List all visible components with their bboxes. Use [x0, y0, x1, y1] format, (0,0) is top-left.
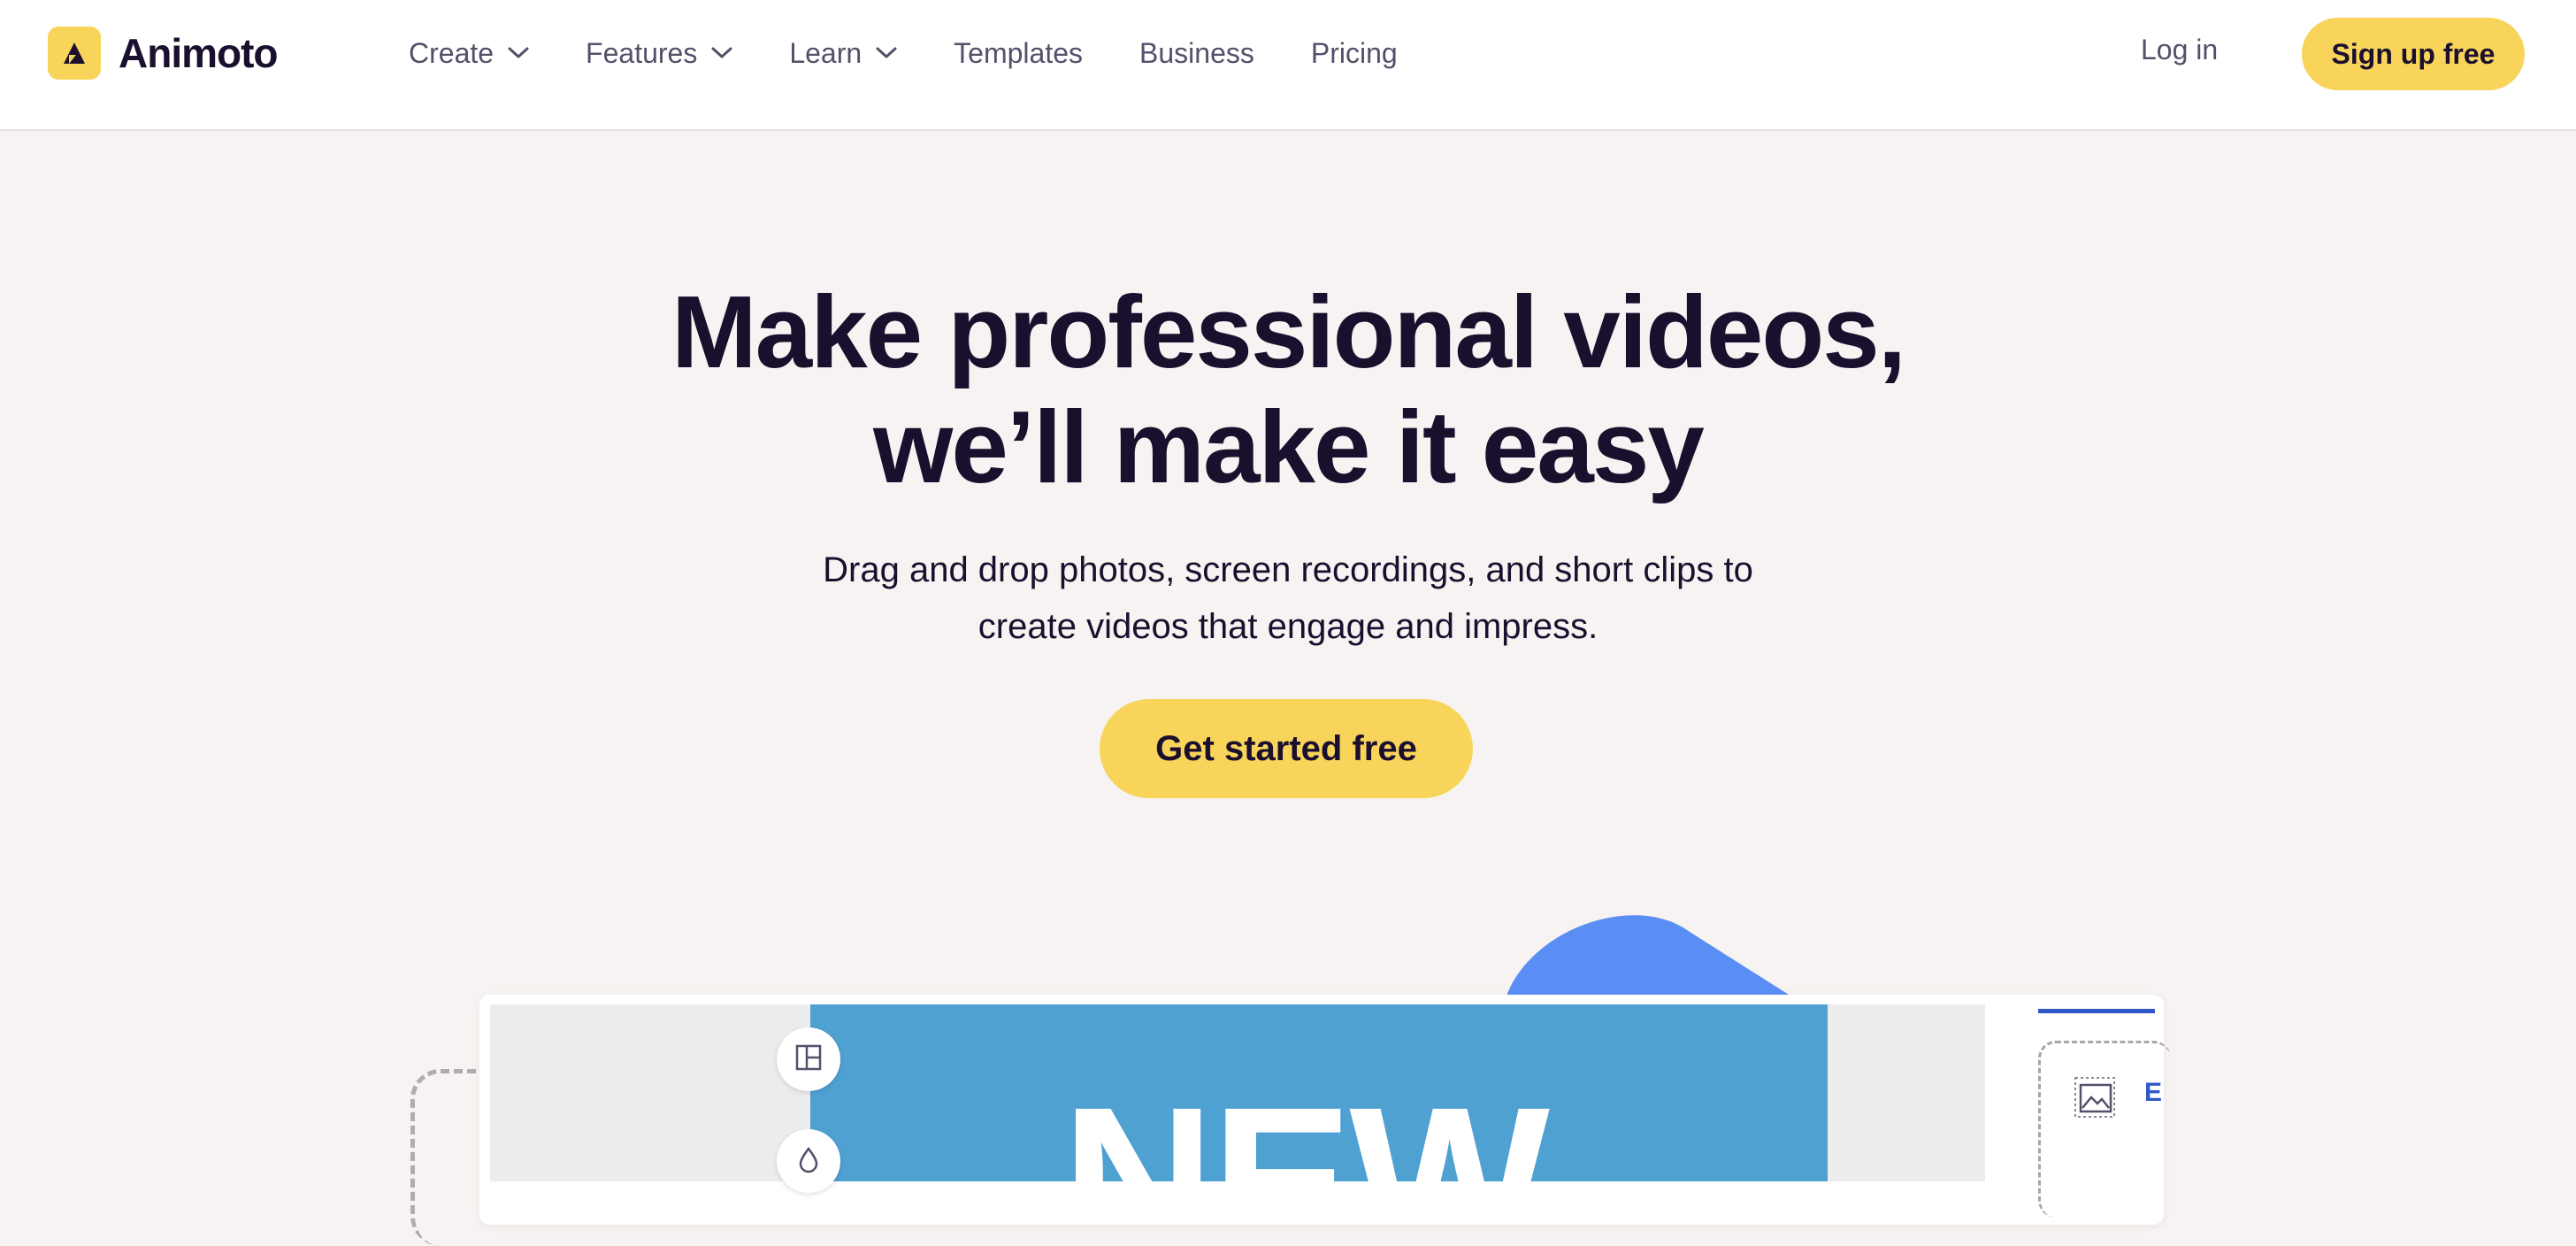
hero-title-line-1: Make professional videos, [671, 274, 1906, 389]
signup-button[interactable]: Sign up free [2302, 18, 2525, 90]
logo[interactable]: Animoto [48, 27, 279, 80]
brand-name: Animoto [119, 30, 279, 76]
nav-business-label: Business [1139, 36, 1254, 69]
chevron-down-icon [711, 47, 732, 59]
panel-label-partial: E [2144, 1078, 2163, 1107]
nav-create-label: Create [409, 36, 494, 69]
droplet-icon [794, 1145, 823, 1178]
video-frame: NEW [810, 1004, 1828, 1181]
main-nav: Create Features Learn Templates Business… [409, 30, 1454, 76]
nav-pricing-label: Pricing [1310, 36, 1398, 69]
hero-subtitle-line-1: Drag and drop photos, screen recordings,… [823, 550, 1753, 589]
nav-templates[interactable]: Templates [954, 37, 1083, 70]
active-tab-indicator [2038, 1009, 2155, 1013]
site-header: Animoto Create Features Learn Templates … [0, 0, 2576, 131]
nav-pricing[interactable]: Pricing [1311, 37, 1398, 70]
nav-learn-label: Learn [789, 36, 862, 69]
editor-side-panel: E [2035, 1009, 2171, 1218]
hero-title-line-2: we’ll make it easy [873, 389, 1705, 504]
chevron-down-icon [876, 47, 897, 59]
media-drop-card[interactable] [2038, 1041, 2171, 1218]
nav-features[interactable]: Features [586, 37, 732, 70]
animoto-logo-icon [48, 27, 101, 80]
login-link[interactable]: Log in [2141, 34, 2218, 66]
nav-learn[interactable]: Learn [789, 37, 897, 70]
video-headline: NEW [1062, 1063, 1550, 1181]
chevron-down-icon [508, 47, 529, 59]
nav-templates-label: Templates [954, 36, 1084, 69]
get-started-button[interactable]: Get started free [1100, 699, 1473, 798]
hero-title: Make professional videos, we’ll make it … [0, 274, 2576, 504]
hero-subtitle: Drag and drop photos, screen recordings,… [0, 542, 2576, 655]
nav-create[interactable]: Create [409, 37, 529, 70]
color-tool-button[interactable] [777, 1129, 840, 1193]
image-icon [2070, 1073, 2120, 1122]
nav-features-label: Features [586, 36, 698, 69]
nav-business[interactable]: Business [1139, 37, 1254, 70]
layout-tool-button[interactable] [777, 1027, 840, 1091]
layout-icon [794, 1043, 823, 1076]
hero-subtitle-line-2: create videos that engage and impress. [978, 607, 1598, 646]
